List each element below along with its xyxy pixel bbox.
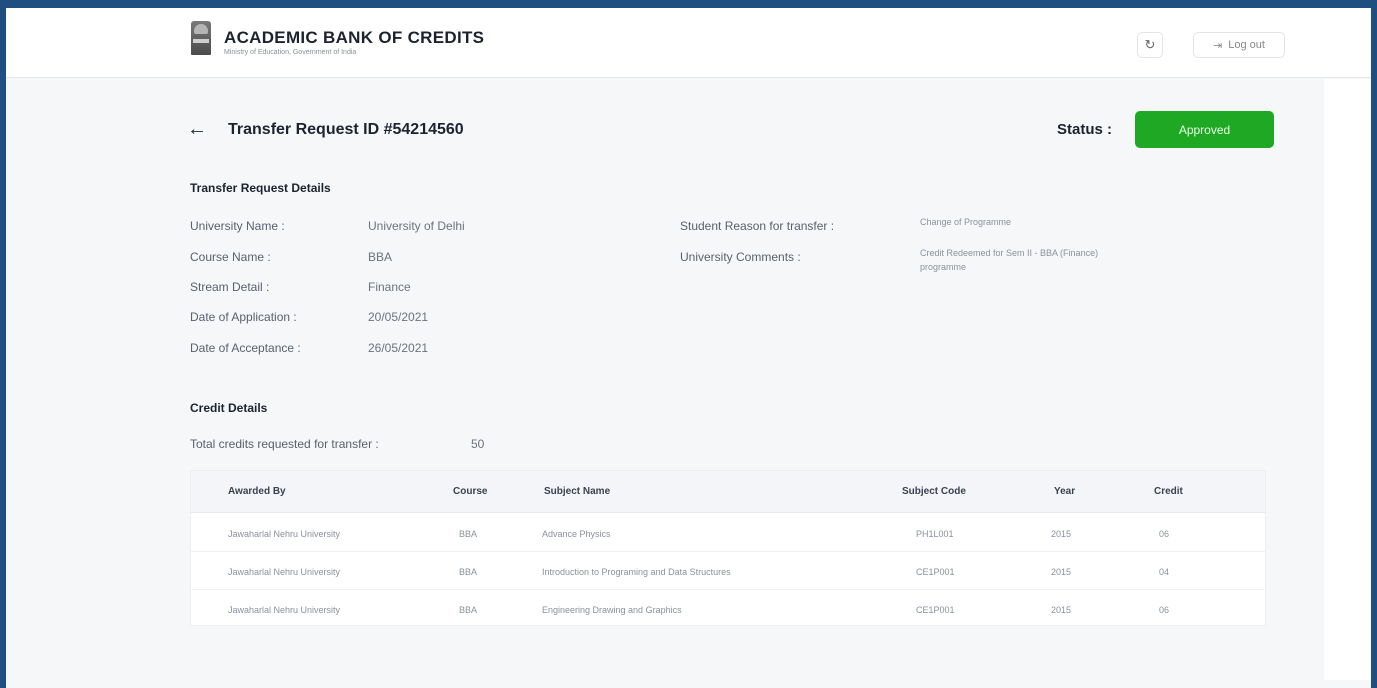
- cell-course: BBA: [459, 605, 478, 615]
- university-comments-line2: programme: [920, 262, 967, 272]
- credit-details-heading: Credit Details: [190, 401, 268, 415]
- cell-year: 2015: [1051, 567, 1072, 577]
- cell-year: 2015: [1051, 529, 1072, 539]
- status-label: Status :: [1057, 121, 1113, 138]
- national-emblem-logo: [191, 21, 211, 55]
- acceptance-date-label: Date of Acceptance :: [190, 341, 301, 355]
- total-credits-value: 50: [471, 437, 485, 451]
- university-name-value: University of Delhi: [368, 219, 465, 233]
- column-header-course: Course: [453, 486, 488, 497]
- table-header: Awarded By Course Subject Name Subject C…: [191, 471, 1265, 513]
- stream-detail-label: Stream Detail :: [190, 280, 270, 294]
- cell-course: BBA: [459, 567, 478, 577]
- table-row: Jawaharlal Nehru University BBA Advance …: [191, 515, 1265, 552]
- cell-year: 2015: [1051, 605, 1072, 615]
- course-name-value: BBA: [368, 250, 393, 264]
- transfer-reason-label: Student Reason for transfer :: [680, 219, 835, 233]
- logout-button[interactable]: ⇥ Log out: [1193, 32, 1285, 58]
- table-row: Jawaharlal Nehru University BBA Introduc…: [191, 553, 1265, 590]
- column-header-subject-code: Subject Code: [902, 486, 966, 497]
- back-arrow-icon[interactable]: ←: [187, 118, 207, 141]
- stream-detail-value: Finance: [368, 280, 411, 294]
- university-comments-line1: Credit Redeemed for Sem II - BBA (Financ…: [920, 248, 1099, 258]
- cell-subject-code: CE1P001: [916, 605, 955, 615]
- right-gutter: [1324, 79, 1371, 680]
- page-title: Transfer Request ID #54214560: [228, 121, 464, 138]
- cell-subject-name: Introduction to Programing and Data Stru…: [542, 567, 731, 577]
- acceptance-date-value: 26/05/2021: [368, 341, 429, 355]
- cell-course: BBA: [459, 529, 478, 539]
- cell-awarded-by: Jawaharlal Nehru University: [228, 605, 341, 615]
- column-header-year: Year: [1054, 486, 1076, 497]
- application-date-label: Date of Application :: [190, 310, 297, 324]
- cell-subject-name: Advance Physics: [542, 529, 611, 539]
- brand-subtitle: Ministry of Education, Government of Ind…: [224, 49, 357, 56]
- status-badge: Approved: [1135, 111, 1274, 148]
- transfer-reason-value: Change of Programme: [920, 217, 1012, 227]
- cell-credit: 06: [1159, 605, 1170, 615]
- refresh-icon: ↻: [1144, 37, 1156, 52]
- credits-table: Awarded By Course Subject Name Subject C…: [190, 470, 1266, 626]
- brand-title: ACADEMIC BANK OF CREDITS: [224, 28, 485, 47]
- cell-awarded-by: Jawaharlal Nehru University: [228, 567, 341, 577]
- column-header-credit: Credit: [1154, 486, 1183, 497]
- cell-subject-name: Engineering Drawing and Graphics: [542, 605, 682, 615]
- logout-label: Log out: [1228, 39, 1265, 51]
- cell-awarded-by: Jawaharlal Nehru University: [228, 529, 341, 539]
- refresh-button[interactable]: ↻: [1137, 32, 1163, 58]
- university-name-label: University Name :: [190, 219, 285, 233]
- transfer-details-heading: Transfer Request Details: [190, 181, 331, 195]
- cell-subject-code: CE1P001: [916, 567, 955, 577]
- application-date-value: 20/05/2021: [368, 310, 429, 324]
- column-header-subject-name: Subject Name: [544, 486, 611, 497]
- logout-icon: ⇥: [1213, 39, 1223, 52]
- cell-subject-code: PH1L001: [916, 529, 954, 539]
- course-name-label: Course Name :: [190, 250, 271, 264]
- table-row: Jawaharlal Nehru University BBA Engineer…: [191, 591, 1265, 628]
- cell-credit: 04: [1159, 567, 1170, 577]
- total-credits-label: Total credits requested for transfer :: [190, 437, 379, 451]
- cell-credit: 06: [1159, 529, 1170, 539]
- column-header-awarded-by: Awarded By: [228, 486, 286, 497]
- university-comments-label: University Comments :: [680, 250, 801, 264]
